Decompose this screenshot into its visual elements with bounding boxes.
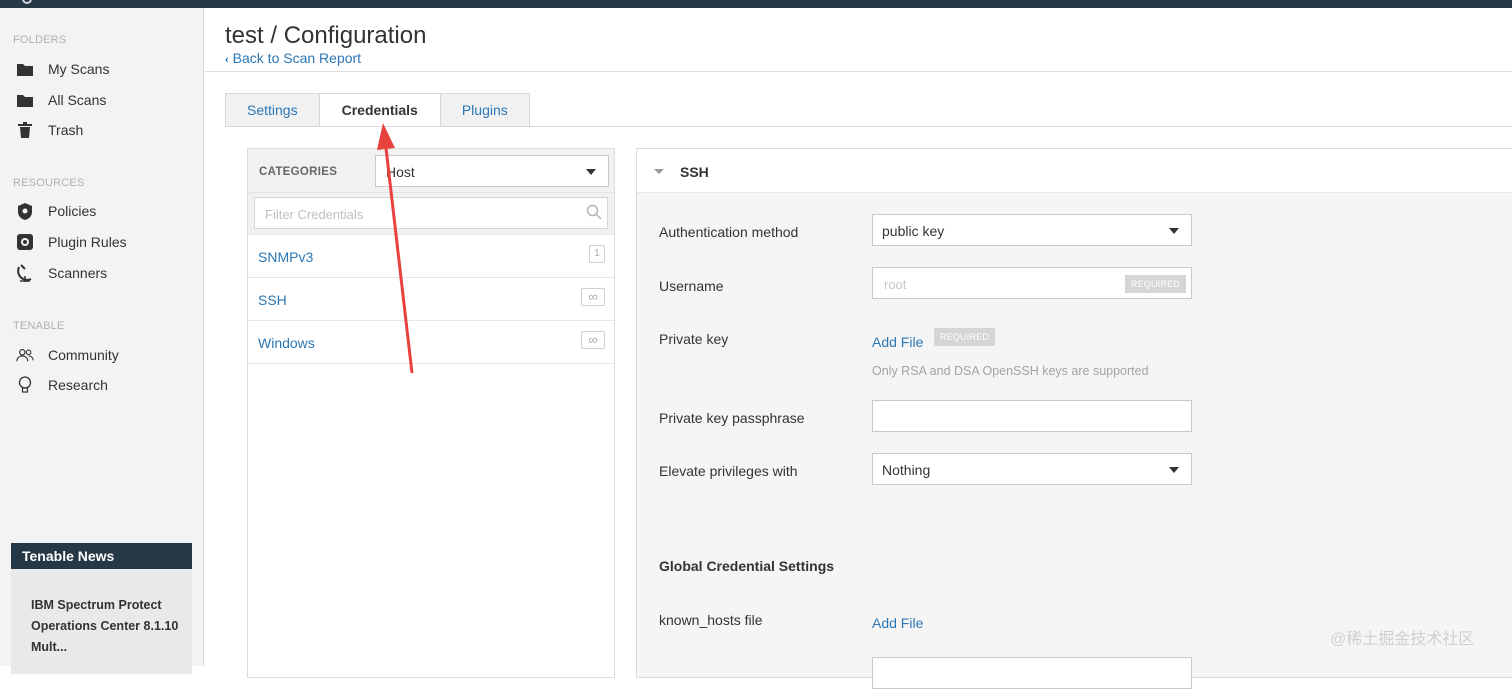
people-icon bbox=[16, 346, 34, 364]
tab-bar: Settings Credentials Plugins bbox=[225, 93, 530, 127]
sidebar-item-my-scans[interactable]: My Scans bbox=[0, 55, 203, 83]
private-key-hint: Only RSA and DSA OpenSSH keys are suppor… bbox=[872, 364, 1149, 378]
top-bar: essentials bbox=[0, 0, 1512, 8]
section-label-resources: RESOURCES bbox=[13, 177, 85, 189]
username-placeholder: root bbox=[884, 277, 907, 292]
shield-icon bbox=[16, 202, 34, 220]
required-badge: REQUIRED bbox=[1124, 275, 1186, 293]
credential-item-snmpv3[interactable]: SNMPv3 1 bbox=[248, 235, 614, 278]
elevate-privileges-value: Nothing bbox=[882, 462, 931, 478]
ssh-section-header[interactable]: SSH bbox=[637, 149, 1512, 193]
chevron-left-icon: ‹ bbox=[225, 54, 229, 66]
back-link[interactable]: ‹ Back to Scan Report bbox=[225, 50, 361, 66]
brand-text: essentials bbox=[40, 0, 84, 2]
sidebar-item-label: Research bbox=[48, 377, 108, 393]
filter-placeholder: Filter Credentials bbox=[265, 207, 364, 222]
sidebar-item-label: Trash bbox=[48, 122, 84, 138]
sidebar-item-label: Plugin Rules bbox=[48, 234, 127, 250]
sidebar-item-research[interactable]: Research bbox=[0, 371, 203, 399]
divider bbox=[205, 71, 1512, 72]
required-badge: REQUIRED bbox=[934, 328, 996, 346]
lightbulb-icon bbox=[16, 376, 34, 394]
sidebar-item-community[interactable]: Community bbox=[0, 341, 203, 369]
sidebar-item-label: Scanners bbox=[48, 265, 108, 281]
section-label-tenable: TENABLE bbox=[13, 320, 65, 332]
categories-label: CATEGORIES bbox=[259, 166, 338, 178]
folder-icon bbox=[16, 60, 34, 78]
credential-count-badge: ∞ bbox=[581, 331, 605, 349]
username-label: Username bbox=[659, 278, 724, 294]
known-hosts-add-file-link[interactable]: Add File bbox=[872, 615, 923, 631]
sidebar-item-scanners[interactable]: Scanners bbox=[0, 259, 203, 287]
section-label-folders: FOLDERS bbox=[13, 34, 67, 46]
news-headline[interactable]: IBM Spectrum Protect Operations Center 8… bbox=[11, 569, 186, 658]
username-input[interactable]: root REQUIRED bbox=[872, 267, 1192, 299]
trash-icon bbox=[16, 121, 34, 139]
ssh-section-title: SSH bbox=[680, 164, 709, 180]
elevate-privileges-select[interactable]: Nothing bbox=[872, 453, 1192, 485]
news-title: Tenable News bbox=[11, 543, 192, 569]
filter-row: Filter Credentials bbox=[248, 193, 614, 235]
passphrase-label: Private key passphrase bbox=[659, 410, 805, 426]
categories-bar: CATEGORIES Host bbox=[248, 149, 614, 193]
credential-count-badge: ∞ bbox=[581, 288, 605, 306]
auth-method-label: Authentication method bbox=[659, 224, 799, 240]
brand-logo-icon bbox=[22, 0, 32, 4]
watermark: @稀土掘金技术社区 bbox=[1330, 631, 1475, 648]
sidebar-item-trash[interactable]: Trash bbox=[0, 116, 203, 144]
credential-item-ssh[interactable]: SSH ∞ bbox=[248, 278, 614, 321]
sidebar-item-plugin-rules[interactable]: Plugin Rules bbox=[0, 228, 203, 256]
sidebar-item-label: All Scans bbox=[48, 92, 107, 108]
news-widget: Tenable News IBM Spectrum Protect Operat… bbox=[11, 543, 192, 674]
sidebar-item-label: Community bbox=[48, 347, 119, 363]
next-input[interactable] bbox=[872, 657, 1192, 689]
search-icon[interactable] bbox=[586, 204, 602, 225]
category-select[interactable]: Host bbox=[375, 155, 609, 187]
credential-name: SNMPv3 bbox=[258, 249, 314, 265]
private-key-add-file-link[interactable]: Add File bbox=[872, 334, 923, 350]
category-select-value: Host bbox=[386, 164, 415, 180]
credential-count-badge: 1 bbox=[589, 245, 605, 263]
plugin-icon bbox=[16, 233, 34, 251]
credential-name: SSH bbox=[258, 292, 287, 308]
back-link-label: Back to Scan Report bbox=[232, 50, 362, 66]
passphrase-input[interactable] bbox=[872, 400, 1192, 432]
page-title: test / Configuration bbox=[225, 22, 427, 49]
folder-icon bbox=[16, 91, 34, 109]
ssh-credential-panel: SSH Authentication method public key Use… bbox=[636, 148, 1512, 689]
sidebar-item-label: Policies bbox=[48, 203, 97, 219]
caret-down-icon bbox=[1169, 467, 1179, 473]
satellite-icon bbox=[16, 264, 34, 282]
global-settings-heading: Global Credential Settings bbox=[659, 558, 835, 574]
tab-credentials[interactable]: Credentials bbox=[318, 93, 441, 127]
private-key-label: Private key bbox=[659, 331, 729, 347]
filter-credentials-input[interactable]: Filter Credentials bbox=[254, 197, 608, 229]
sidebar-item-label: My Scans bbox=[48, 61, 110, 77]
tab-settings[interactable]: Settings bbox=[225, 93, 320, 127]
caret-down-icon bbox=[586, 169, 596, 175]
divider bbox=[225, 126, 1512, 127]
sidebar-item-policies[interactable]: Policies bbox=[0, 197, 203, 225]
auth-method-value: public key bbox=[882, 223, 945, 239]
credential-name: Windows bbox=[258, 335, 315, 351]
tab-plugins[interactable]: Plugins bbox=[439, 93, 530, 127]
known-hosts-label: known_hosts file bbox=[659, 612, 763, 628]
collapse-triangle-icon[interactable] bbox=[654, 169, 664, 174]
sidebar: FOLDERS My Scans All Scans Trash RESOURC… bbox=[0, 8, 204, 674]
main-content: test / Configuration ‹ Back to Scan Repor… bbox=[205, 8, 1512, 689]
sidebar-item-all-scans[interactable]: All Scans bbox=[0, 86, 203, 114]
elevate-privileges-label: Elevate privileges with bbox=[659, 463, 798, 479]
credential-item-windows[interactable]: Windows ∞ bbox=[248, 321, 614, 364]
credential-categories-panel: CATEGORIES Host Filter Credentials SNMPv… bbox=[247, 148, 615, 678]
auth-method-select[interactable]: public key bbox=[872, 214, 1192, 246]
caret-down-icon bbox=[1169, 228, 1179, 234]
